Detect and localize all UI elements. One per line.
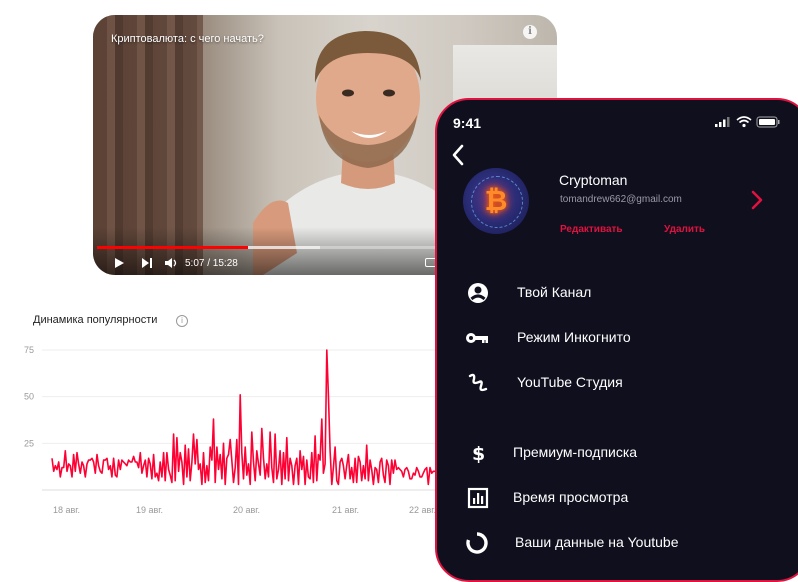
svg-text:$: $ (472, 443, 485, 464)
menu-label: Твой Канал (517, 284, 592, 300)
menu-item-your-data[interactable]: Ваши данные на Youtube (437, 528, 797, 558)
progress-played (97, 246, 248, 249)
y-tick-label: 50 (24, 392, 34, 402)
back-arrow-icon[interactable] (451, 144, 465, 166)
edit-profile-link[interactable]: Редактивать (560, 224, 623, 235)
studio-icon (468, 373, 488, 392)
play-icon[interactable] (113, 257, 125, 269)
wifi-icon (736, 116, 752, 128)
x-tick-label: 22 авг. (409, 505, 436, 515)
user-email: tomandrew662@gmail.com (560, 194, 682, 205)
user-name: Cryptoman (559, 172, 628, 188)
series-line (51, 349, 440, 486)
x-tick-label: 21 авг. (332, 505, 359, 515)
popularity-chart: 25 50 75 18 авг. 19 авг. 20 авг. 21 авг. 22 авг… (24, 345, 440, 515)
key-icon (466, 333, 488, 343)
bitcoin-icon: ₿ (484, 185, 508, 216)
help-icon[interactable]: i (176, 315, 188, 327)
status-icons (715, 116, 780, 128)
y-tick-label: 75 (24, 345, 34, 355)
menu-label: Премиум-подписка (513, 444, 638, 460)
menu-item-premium[interactable]: $ Премиум-подписка (437, 438, 797, 468)
video-title: Криптовалюта: с чего начать? (111, 33, 264, 45)
menu-label: YouTube Студия (517, 374, 623, 390)
avatar[interactable]: ₿ (463, 168, 529, 234)
menu-item-studio[interactable]: YouTube Студия (437, 368, 797, 398)
volume-icon[interactable] (164, 257, 178, 269)
menu-label: Ваши данные на Youtube (515, 534, 679, 550)
video-time: 5:07 / 15:28 (185, 258, 238, 269)
status-time: 9:41 (453, 115, 482, 131)
x-tick-label: 18 авг. (53, 505, 80, 515)
battery-icon (756, 116, 780, 128)
dollar-icon: $ (472, 443, 485, 464)
signal-icon (715, 117, 730, 127)
phone-account-menu: 9:41 ₿ Cryptoman tomandrew662@gmail.com … (435, 98, 798, 582)
info-icon[interactable]: i (523, 25, 537, 39)
donut-icon (466, 532, 488, 554)
chart-title: Динамика популярности (33, 314, 158, 326)
delete-profile-link[interactable]: Удалить (664, 224, 705, 235)
next-icon[interactable] (141, 257, 153, 269)
bar-chart-icon (467, 487, 489, 509)
account-circle-icon (468, 283, 488, 303)
x-tick-label: 19 авг. (136, 505, 163, 515)
menu-label: Время просмотра (513, 489, 629, 505)
y-tick-label: 25 (24, 438, 34, 448)
menu-item-incognito[interactable]: Режим Инкогнито (437, 323, 797, 353)
chevron-right-icon[interactable] (750, 190, 764, 210)
menu-item-channel[interactable]: Твой Канал (437, 278, 797, 308)
x-tick-label: 20 авг. (233, 505, 260, 515)
menu-label: Режим Инкогнито (517, 329, 631, 345)
menu-item-watch-time[interactable]: Время просмотра (437, 483, 797, 513)
